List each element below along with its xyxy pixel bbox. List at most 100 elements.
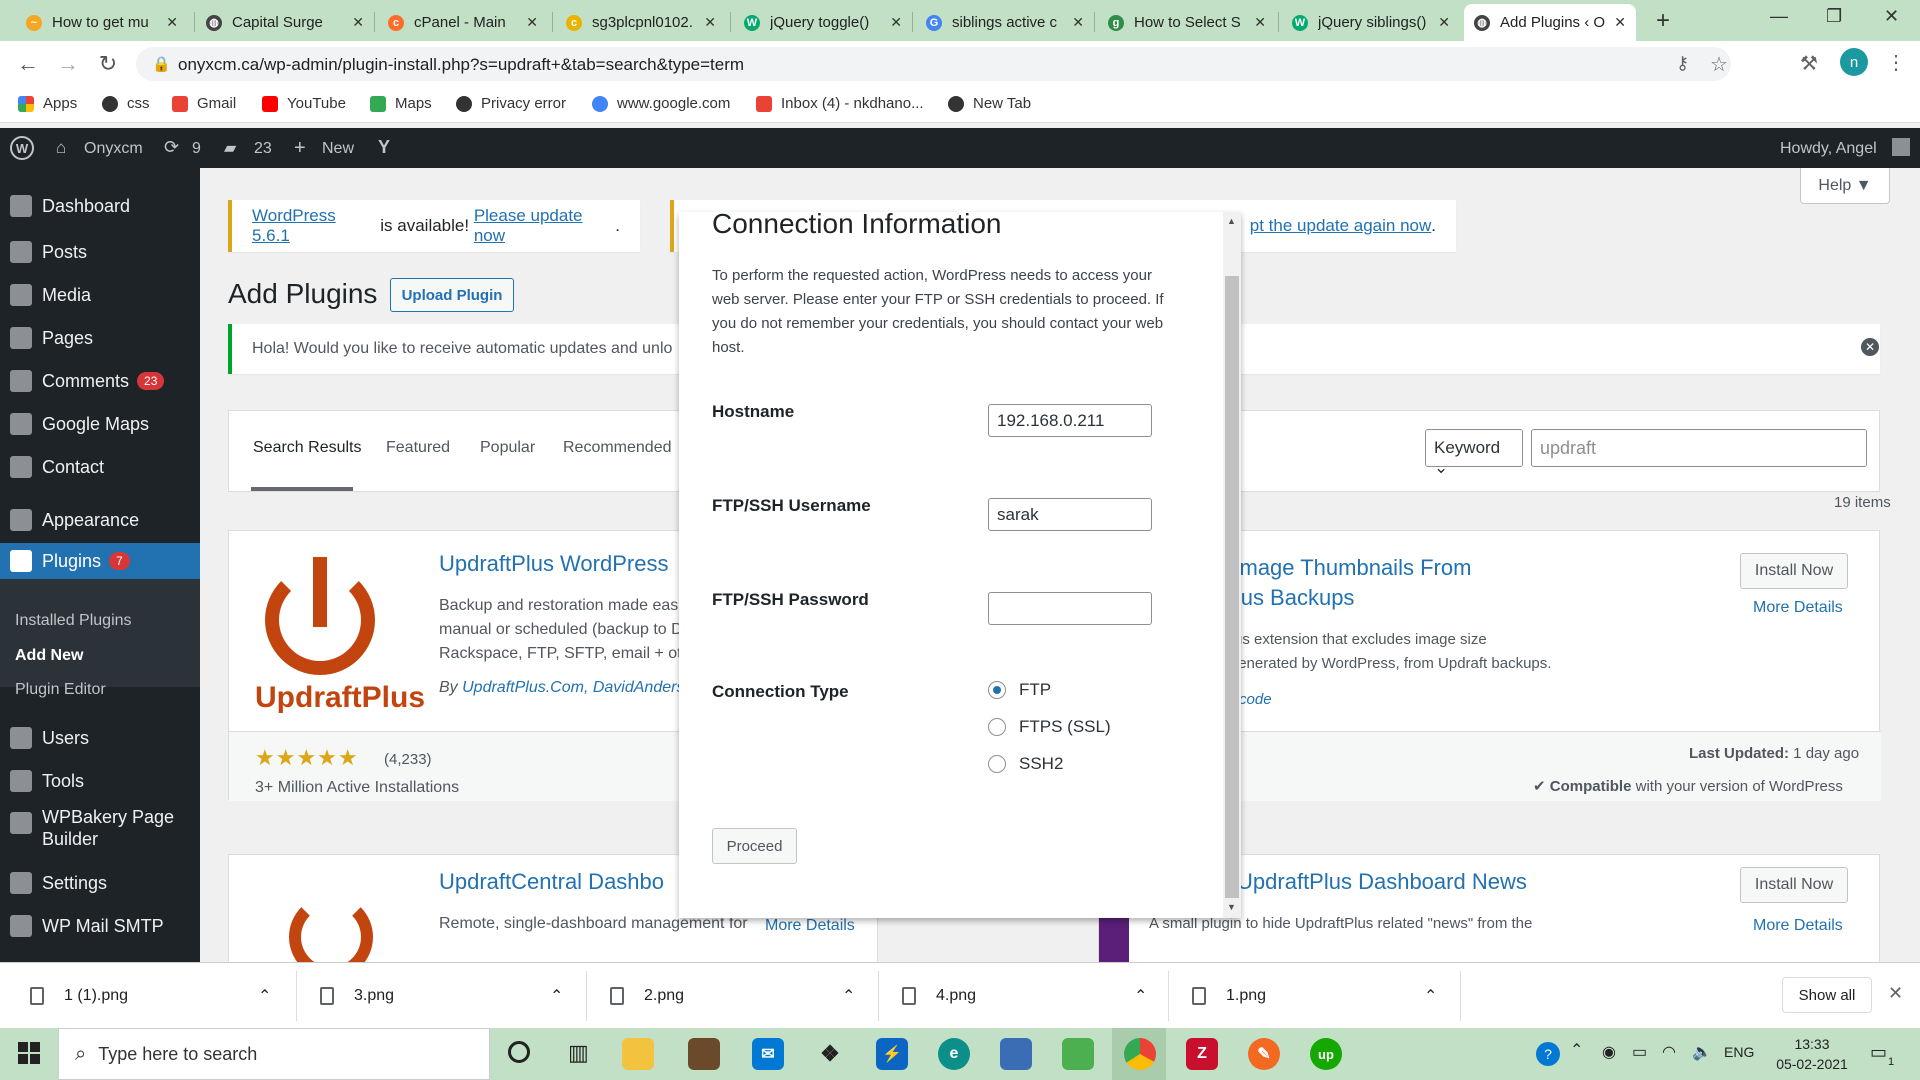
comments-count[interactable]: 23 [254, 140, 272, 158]
download-item[interactable]: 4.png ⌃ [872, 981, 1168, 1011]
search-type-select[interactable]: Keyword ⌄ [1425, 429, 1523, 477]
url-text[interactable]: onyxcm.ca/wp-admin/plugin-install.php?s=… [178, 55, 744, 75]
submenu-plugin-editor[interactable]: Plugin Editor [15, 681, 106, 699]
plugin-search-input[interactable]: updraft [1531, 429, 1867, 467]
menu-posts[interactable]: Posts [0, 234, 200, 270]
bookmark-apps[interactable]: Apps [18, 95, 77, 112]
taskbar-search-box[interactable]: ⌕ Type here to search [58, 1028, 490, 1080]
key-icon[interactable]: ⚷ [1676, 53, 1689, 74]
menu-contact[interactable]: Contact [0, 449, 200, 485]
store-icon[interactable] [688, 1038, 720, 1070]
menu-media[interactable]: Media [0, 277, 200, 313]
browser-tab[interactable]: c sg3plcpnl0102. ✕ [556, 4, 726, 41]
user-avatar[interactable] [1892, 138, 1910, 156]
chevron-up-icon[interactable]: ⌃ [842, 986, 855, 1006]
plugin-title-link[interactable]: UpdraftCentral Dashbo [439, 869, 664, 895]
help-tab[interactable]: Help ▼ [1800, 168, 1890, 204]
tab-popular[interactable]: Popular [480, 439, 535, 457]
menu-dashboard[interactable]: Dashboard [0, 188, 200, 224]
plus-icon[interactable]: + [294, 137, 306, 160]
new-tab-icon[interactable]: + [1656, 7, 1670, 35]
wordpress-logo-icon[interactable]: W [10, 136, 34, 160]
task-view-icon[interactable]: ▥ [568, 1040, 589, 1066]
close-window-icon[interactable]: ✕ [1884, 6, 1899, 27]
show-all-button[interactable]: Show all [1782, 977, 1872, 1013]
file-explorer-icon[interactable] [622, 1038, 654, 1070]
menu-google-maps[interactable]: Google Maps [0, 406, 200, 442]
browser-tab[interactable]: WjQuery toggle() ✕ [734, 4, 912, 41]
browser-tab[interactable]: g How to Select S ✕ [1098, 4, 1276, 41]
bookmark-gmail[interactable]: Gmail [172, 95, 236, 112]
yoast-icon[interactable]: Y [378, 137, 390, 158]
browser-tab[interactable]: c cPanel - Main ✕ [378, 4, 548, 41]
mail-icon[interactable]: ✉ [752, 1038, 784, 1070]
windows-start-icon[interactable] [18, 1042, 40, 1064]
maximize-icon[interactable]: ❐ [1826, 6, 1842, 27]
tab-search-results[interactable]: Search Results [253, 439, 362, 457]
browser-tab[interactable]: ◍ Capital Surge ✕ [196, 4, 374, 41]
lock-icon[interactable]: 🔒 [152, 55, 171, 73]
chevron-up-icon[interactable]: ⌃ [258, 986, 271, 1006]
more-details-link[interactable]: More Details [765, 917, 855, 935]
cortana-icon[interactable] [508, 1041, 530, 1063]
close-tab-icon[interactable]: ✕ [526, 14, 538, 31]
menu-comments[interactable]: Comments 23 [0, 363, 200, 399]
upload-plugin-button[interactable]: Upload Plugin [390, 278, 514, 312]
close-tab-icon[interactable]: ✕ [1254, 14, 1266, 31]
browser-menu-icon[interactable]: ⋮ [1886, 50, 1906, 75]
address-bar[interactable]: 🔒 onyxcm.ca/wp-admin/plugin-install.php?… [136, 47, 1731, 81]
comment-bubble-icon[interactable]: ▰ [224, 138, 236, 158]
username-input[interactable] [988, 498, 1152, 531]
menu-wpbakery[interactable]: WPBakery Page Builder [0, 806, 200, 854]
back-icon[interactable]: ← [14, 50, 42, 78]
more-details-link[interactable]: More Details [1753, 599, 1843, 617]
browser-tab[interactable]: Gsiblings active c ✕ [916, 4, 1094, 41]
help-icon[interactable]: ? [1536, 1042, 1560, 1066]
close-tab-icon[interactable]: ✕ [352, 14, 364, 31]
scroll-up-icon[interactable]: ▲ [1227, 216, 1236, 226]
radio-ftp[interactable]: FTP [988, 680, 1051, 700]
plugin-title-link[interactable]: UpdraftPlus WordPress [439, 551, 668, 577]
version-link[interactable]: WordPress 5.6.1 [252, 206, 376, 246]
bookmark-youtube[interactable]: YouTube [262, 95, 346, 112]
bookmark-inbox[interactable]: Inbox (4) - nkdhano... [756, 95, 924, 112]
chevron-up-icon[interactable]: ⌃ [550, 986, 563, 1006]
chrome-icon[interactable] [1124, 1038, 1156, 1070]
chart-app-icon[interactable] [1062, 1038, 1094, 1070]
updates-count[interactable]: 9 [192, 140, 201, 158]
menu-pages[interactable]: Pages [0, 320, 200, 356]
tray-app-icon[interactable]: ◉ [1602, 1042, 1616, 1062]
password-input[interactable] [988, 592, 1152, 625]
language-indicator[interactable]: ENG [1724, 1044, 1754, 1060]
browser-tab-active[interactable]: ◍ Add Plugins ‹ O ✕ [1464, 4, 1636, 41]
close-downloads-icon[interactable]: ✕ [1888, 983, 1903, 1004]
radio-ftps[interactable]: FTPS (SSL) [988, 717, 1111, 737]
edge-icon[interactable]: e [938, 1038, 970, 1070]
site-name-link[interactable]: Onyxcm [84, 140, 143, 158]
updates-icon[interactable]: ⟳ [164, 137, 179, 158]
menu-users[interactable]: Users [0, 720, 200, 756]
update-now-link[interactable]: Please update now [474, 206, 615, 246]
extension-tool-icon[interactable]: ⚒ [1800, 51, 1818, 76]
tab-recommended[interactable]: Recommended [563, 439, 672, 457]
chevron-up-icon[interactable]: ⌃ [1134, 986, 1147, 1006]
bookmark-new-tab[interactable]: New Tab [948, 95, 1031, 112]
wifi-icon[interactable]: ◠ [1662, 1042, 1676, 1062]
menu-settings[interactable]: Settings [0, 865, 200, 901]
scrollbar-thumb[interactable] [1225, 276, 1239, 898]
home-icon[interactable]: ⌂ [56, 138, 66, 158]
menu-tools[interactable]: Tools [0, 763, 200, 799]
install-now-button[interactable]: Install Now [1740, 553, 1848, 589]
chevron-up-icon[interactable]: ⌃ [1570, 1040, 1583, 1060]
dropbox-icon[interactable]: ❖ [814, 1038, 846, 1070]
notification-center-icon[interactable]: ▭ [1870, 1042, 1887, 1063]
browser-tab[interactable]: WjQuery siblings() ✕ [1282, 4, 1460, 41]
download-item[interactable]: 1 (1).png ⌃ [0, 981, 296, 1011]
forward-icon[interactable]: → [54, 50, 82, 78]
clock[interactable]: 13:33 05-02-2021 [1772, 1034, 1852, 1074]
more-details-link[interactable]: More Details [1753, 917, 1843, 935]
proceed-button[interactable]: Proceed [712, 828, 797, 864]
close-tab-icon[interactable]: ✕ [166, 14, 178, 31]
reload-icon[interactable]: ↻ [94, 50, 122, 78]
bookmark-maps[interactable]: Maps [370, 95, 432, 112]
